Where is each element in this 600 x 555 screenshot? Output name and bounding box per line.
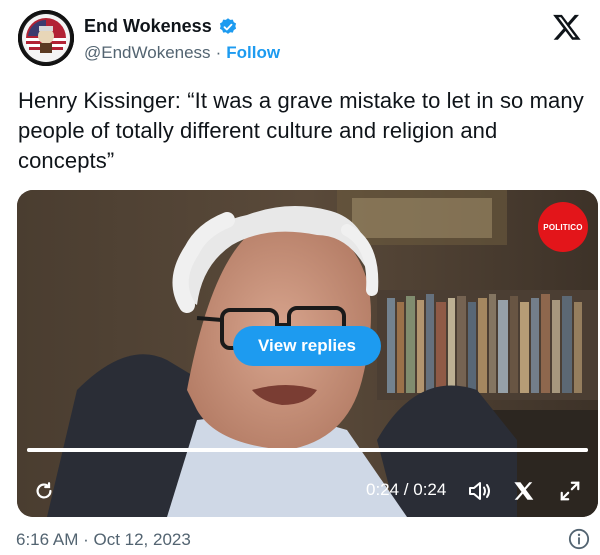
volume-icon[interactable] <box>466 478 494 504</box>
author-name[interactable]: End Wokeness <box>84 16 212 37</box>
avatar[interactable] <box>18 10 74 66</box>
follow-button[interactable]: Follow <box>226 43 280 63</box>
video-controls: 0:24 / 0:24 <box>17 470 598 510</box>
info-icon[interactable] <box>568 528 590 550</box>
video-progress-fill <box>27 448 588 452</box>
author-handle[interactable]: @EndWokeness <box>84 43 211 63</box>
view-replies-button[interactable]: View replies <box>233 326 381 366</box>
separator: · <box>215 43 222 62</box>
video-time: 0:24 / 0:24 <box>366 480 447 499</box>
author-name-row: End Wokeness <box>84 16 238 37</box>
politico-badge: POLITICO <box>538 202 588 252</box>
verified-badge-icon <box>218 17 238 37</box>
tweet-timestamp[interactable]: 6:16 AM · Oct 12, 2023 <box>16 530 600 550</box>
fullscreen-icon[interactable] <box>557 478 583 504</box>
tweet-header: End Wokeness @EndWokeness · Follow <box>18 10 598 74</box>
replay-icon[interactable] <box>31 478 57 504</box>
author-handle-row: @EndWokeness · Follow <box>84 43 280 63</box>
video-player[interactable]: POLITICO View replies 0:24 / 0:24 <box>17 190 598 517</box>
close-icon[interactable] <box>511 478 537 504</box>
avatar-image <box>18 10 74 66</box>
video-progress-bar[interactable] <box>27 448 588 452</box>
tweet-text: Henry Kissinger: “It was a grave mistake… <box>18 88 584 173</box>
x-logo-icon[interactable] <box>552 12 582 42</box>
